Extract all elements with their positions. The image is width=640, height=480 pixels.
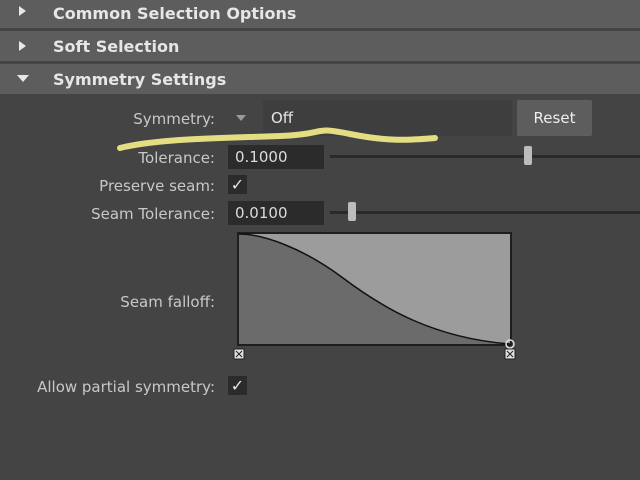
tolerance-slider-track[interactable] xyxy=(330,155,640,158)
seam-falloff-label: Seam falloff: xyxy=(120,293,215,311)
seam-tolerance-field[interactable]: 0.0100 xyxy=(228,201,324,225)
checkmark-icon: ✓ xyxy=(230,376,245,395)
section-title: Soft Selection xyxy=(53,36,180,56)
preserve-seam-checkbox[interactable]: ✓ xyxy=(228,175,247,194)
preserve-seam-label: Preserve seam: xyxy=(99,177,215,195)
expand-arrow-icon xyxy=(19,41,26,51)
section-title: Symmetry Settings xyxy=(53,69,227,89)
collapse-arrow-icon xyxy=(17,75,29,82)
seam-falloff-curve-editor[interactable] xyxy=(233,228,518,364)
seam-tolerance-slider-track[interactable] xyxy=(330,211,640,214)
reset-button[interactable]: Reset xyxy=(517,100,592,136)
tolerance-label: Tolerance: xyxy=(138,149,215,167)
section-header-symmetry-settings[interactable]: Symmetry Settings xyxy=(0,64,640,94)
checkmark-icon: ✓ xyxy=(230,175,245,194)
curve-key-left-icon[interactable] xyxy=(233,348,245,360)
allow-partial-symmetry-checkbox[interactable]: ✓ xyxy=(228,376,247,395)
allow-partial-symmetry-label: Allow partial symmetry: xyxy=(37,378,215,396)
expand-arrow-icon xyxy=(19,6,26,16)
tolerance-slider-thumb[interactable] xyxy=(524,146,532,165)
section-header-common-selection-options[interactable]: Common Selection Options xyxy=(0,0,640,28)
section-title: Common Selection Options xyxy=(53,3,297,23)
section-header-soft-selection[interactable]: Soft Selection xyxy=(0,31,640,61)
seam-tolerance-label: Seam Tolerance: xyxy=(91,205,215,223)
tolerance-field[interactable]: 0.1000 xyxy=(228,145,324,169)
dropdown-arrow-icon xyxy=(236,115,246,121)
seam-tolerance-slider-thumb[interactable] xyxy=(348,202,356,221)
